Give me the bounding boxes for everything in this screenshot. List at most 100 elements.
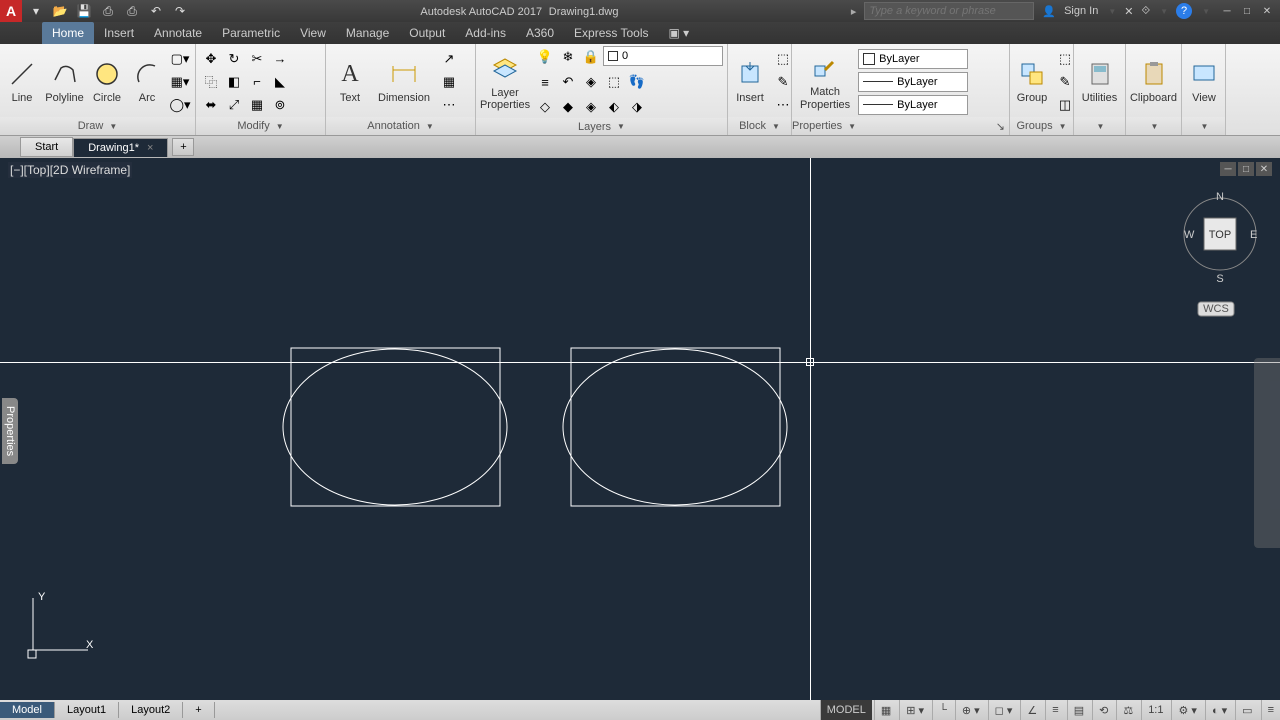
panel-title-layers[interactable]: Layers▼: [476, 118, 727, 135]
layer-dropdown[interactable]: 0: [603, 46, 723, 66]
group-button[interactable]: Group: [1014, 56, 1050, 106]
signin-link[interactable]: Sign In: [1064, 5, 1098, 17]
status-snap-icon[interactable]: ⊞ ▾: [899, 700, 930, 720]
drawing-canvas[interactable]: [−][Top][2D Wireframe] ─ □ ✕ Properties …: [0, 158, 1280, 700]
dimension-button[interactable]: Dimension: [374, 56, 434, 106]
layout-tab-2[interactable]: Layout2: [119, 702, 183, 718]
array-icon[interactable]: ▦: [246, 94, 268, 116]
search-arrow-icon[interactable]: ▸: [851, 5, 857, 18]
tab-home[interactable]: Home: [42, 22, 94, 44]
add-tab-button[interactable]: +: [172, 138, 194, 156]
panel-title-properties[interactable]: Properties▼↘: [792, 117, 1009, 135]
status-annoscale-icon[interactable]: ⚖: [1116, 700, 1139, 720]
layer-iso-icon[interactable]: ◈: [580, 71, 602, 93]
tab-view[interactable]: View: [290, 22, 336, 44]
layer-prev-icon[interactable]: ↶: [557, 71, 579, 93]
ungroup-icon[interactable]: ⬚: [1054, 48, 1076, 70]
status-transparency-icon[interactable]: ▤: [1067, 700, 1090, 720]
saveas-icon[interactable]: ⎙: [100, 3, 116, 19]
block-attr-icon[interactable]: ⋯: [772, 94, 794, 116]
layout-tab-model[interactable]: Model: [0, 702, 55, 718]
offset-icon[interactable]: ⊚: [269, 94, 291, 116]
panel-title-utilities[interactable]: ▼: [1074, 117, 1125, 135]
chamfer-icon[interactable]: ◣: [269, 71, 291, 93]
utilities-button[interactable]: Utilities: [1078, 56, 1121, 106]
status-ortho-icon[interactable]: └: [932, 700, 953, 720]
mirror-icon[interactable]: ◧: [223, 71, 245, 93]
app-logo[interactable]: A: [0, 0, 22, 22]
undo-icon[interactable]: ↶: [148, 3, 164, 19]
redo-icon[interactable]: ↷: [172, 3, 188, 19]
table-icon[interactable]: ▦: [438, 71, 460, 93]
status-gear-icon[interactable]: ⚙ ▾: [1171, 700, 1202, 720]
copy-icon[interactable]: ⿻: [200, 71, 222, 93]
insert-block-button[interactable]: Insert: [732, 56, 768, 106]
text-button[interactable]: A Text: [330, 56, 370, 106]
rectangle-icon[interactable]: ▢▾: [169, 48, 191, 70]
layer-e-icon[interactable]: ⬗: [626, 96, 648, 118]
tab-express[interactable]: Express Tools: [564, 22, 658, 44]
line-button[interactable]: Line: [4, 56, 40, 106]
file-tab-start[interactable]: Start: [20, 137, 73, 157]
group-bb-icon[interactable]: ◫: [1054, 94, 1076, 116]
linetype-dropdown[interactable]: ByLayer: [858, 95, 968, 115]
maximize-button[interactable]: □: [1238, 3, 1256, 19]
viewcube[interactable]: N S W E TOP WCS: [1180, 188, 1260, 268]
rotate-icon[interactable]: ↻: [223, 48, 245, 70]
tab-insert[interactable]: Insert: [94, 22, 144, 44]
a360-icon[interactable]: ⟐: [1141, 5, 1150, 18]
layer-lock-icon[interactable]: 🔒: [580, 46, 602, 68]
layer-properties-button[interactable]: Layer Properties: [480, 51, 530, 113]
status-otrack-icon[interactable]: ∠: [1020, 700, 1043, 720]
status-model[interactable]: MODEL: [820, 700, 872, 720]
status-polar-icon[interactable]: ⊕ ▾: [955, 700, 986, 720]
help-icon[interactable]: ?: [1176, 3, 1192, 19]
navigation-bar[interactable]: [1254, 358, 1280, 548]
move-icon[interactable]: ✥: [200, 48, 222, 70]
layer-state-icon[interactable]: ⬚: [603, 71, 625, 93]
tab-output[interactable]: Output: [399, 22, 455, 44]
search-input[interactable]: [864, 2, 1034, 20]
clipboard-button[interactable]: Clipboard: [1130, 56, 1177, 106]
exchange-icon[interactable]: ✕: [1124, 5, 1133, 18]
status-workspace-icon[interactable]: ◐ ▾: [1205, 700, 1233, 720]
extend-icon[interactable]: →: [269, 48, 291, 70]
signin-dropdown-icon[interactable]: ▼: [1108, 7, 1116, 16]
trim-icon[interactable]: ✂: [246, 48, 268, 70]
add-layout-button[interactable]: +: [183, 702, 214, 718]
create-block-icon[interactable]: ⬚: [772, 48, 794, 70]
layer-walk-icon[interactable]: 👣: [626, 71, 648, 93]
tab-parametric[interactable]: Parametric: [212, 22, 290, 44]
layer-b-icon[interactable]: ◆: [557, 96, 579, 118]
status-osnap-icon[interactable]: ◻ ▾: [988, 700, 1019, 720]
panel-title-block[interactable]: Block▼: [728, 117, 791, 135]
tab-annotate[interactable]: Annotate: [144, 22, 212, 44]
tab-a360[interactable]: A360: [516, 22, 564, 44]
status-scale[interactable]: 1:1: [1141, 700, 1169, 720]
viewport-label[interactable]: [−][Top][2D Wireframe]: [8, 162, 132, 178]
panel-title-clipboard[interactable]: ▼: [1126, 117, 1181, 135]
close-button[interactable]: ✕: [1258, 3, 1276, 19]
panel-title-modify[interactable]: Modify▼: [196, 117, 325, 135]
color-dropdown[interactable]: ByLayer: [858, 49, 968, 69]
tab-manage[interactable]: Manage: [336, 22, 399, 44]
vp-close-icon[interactable]: ✕: [1256, 162, 1272, 176]
tab-featured[interactable]: ▣ ▾: [659, 22, 700, 44]
close-tab-icon[interactable]: ×: [147, 142, 153, 154]
tab-addins[interactable]: Add-ins: [455, 22, 516, 44]
edit-block-icon[interactable]: ✎: [772, 71, 794, 93]
leader-icon[interactable]: ↗: [438, 48, 460, 70]
arc-button[interactable]: Arc: [129, 56, 165, 106]
file-tab-drawing[interactable]: Drawing1*×: [73, 138, 168, 157]
new-icon[interactable]: ▾: [28, 3, 44, 19]
plot-icon[interactable]: ⎙: [124, 3, 140, 19]
status-grid-icon[interactable]: ▦: [874, 700, 897, 720]
panel-title-draw[interactable]: Draw▼: [0, 117, 195, 135]
lineweight-dropdown[interactable]: ByLayer: [858, 72, 968, 92]
panel-title-groups[interactable]: Groups▼: [1010, 117, 1073, 135]
layout-tab-1[interactable]: Layout1: [55, 702, 119, 718]
layer-d-icon[interactable]: ⬖: [603, 96, 625, 118]
open-icon[interactable]: 📂: [52, 3, 68, 19]
status-custom-icon[interactable]: ≡: [1261, 700, 1280, 720]
mtext-icon[interactable]: ⋯: [438, 94, 460, 116]
